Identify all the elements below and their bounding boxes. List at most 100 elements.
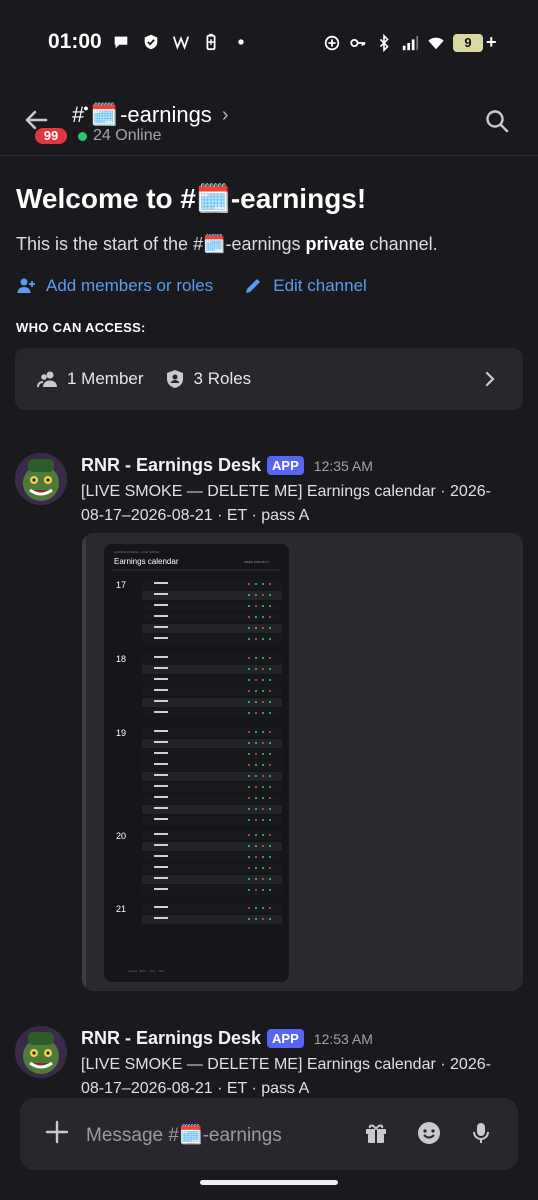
calendar-status-dot (262, 679, 264, 681)
channel-title[interactable]: # ● 🗓️ -earnings › (72, 102, 228, 128)
calendar-status-dot (255, 867, 257, 869)
edit-channel-button[interactable]: Edit channel (243, 276, 367, 296)
calendar-status-dot (262, 764, 264, 766)
calendar-status-dot (255, 918, 257, 920)
member-count: 1 Member (67, 369, 144, 388)
svg-text:WEEK 2026-08-17: WEEK 2026-08-17 (244, 560, 269, 564)
bot-avatar[interactable] (15, 453, 67, 505)
search-icon[interactable] (484, 108, 510, 134)
calendar-status-dot (255, 764, 257, 766)
message-input[interactable]: Message #🗓️-earnings (86, 1123, 282, 1147)
calendar-status-dot (262, 701, 264, 703)
author-name[interactable]: RNR - Earnings Desk (81, 1028, 261, 1049)
calendar-status-dot (262, 594, 264, 596)
calendar-row (142, 613, 282, 622)
add-members-label: Add members or roles (46, 276, 214, 295)
calendar-status-dot (248, 753, 250, 755)
calendar-ticker (154, 752, 168, 754)
calendar-status-dot (269, 797, 271, 799)
access-card[interactable]: 1 Member 3 Roles (15, 348, 523, 410)
calendar-row (142, 654, 282, 663)
calendar-status-dot (262, 775, 264, 777)
calendar-status-dot (269, 616, 271, 618)
calendar-status-dot (269, 627, 271, 629)
who-can-access-heading: WHO CAN ACCESS: (16, 320, 146, 335)
shield-check-icon (144, 34, 158, 50)
charging-plus-icon: + (486, 32, 497, 52)
calendar-status-dot (255, 627, 257, 629)
status-bar: 01:00 9 + (0, 0, 538, 86)
calendar-row (142, 915, 282, 924)
calendar-row (142, 591, 282, 600)
home-indicator[interactable] (200, 1180, 338, 1185)
calendar-status-dot (248, 731, 250, 733)
calendar-row (142, 624, 282, 633)
calendar-row (142, 698, 282, 707)
calendar-status-dot (269, 753, 271, 755)
calendar-row (142, 676, 282, 685)
calendar-row (142, 805, 282, 814)
online-count: 24 Online (78, 127, 162, 145)
calendar-row (142, 875, 282, 884)
calendar-ticker (154, 741, 168, 743)
calendar-status-dot (269, 889, 271, 891)
calendar-status-dot (269, 679, 271, 681)
calendar-day-number: 21 (116, 904, 126, 914)
calendar-status-dot (269, 808, 271, 810)
calendar-ticker (154, 888, 168, 890)
calendar-status-dot (248, 797, 250, 799)
data-saver-icon (324, 35, 340, 50)
calendar-ticker (154, 700, 168, 702)
calendar-status-dot (255, 878, 257, 880)
calendar-ticker (154, 774, 168, 776)
microphone-icon[interactable] (468, 1120, 494, 1146)
calendar-ticker (154, 855, 168, 857)
calendar-status-dot (255, 594, 257, 596)
calendar-row (142, 665, 282, 674)
bot-avatar[interactable] (15, 1026, 67, 1078)
calendar-status-dot (255, 808, 257, 810)
plus-icon[interactable] (44, 1119, 70, 1145)
calendar-status-dot (262, 819, 264, 821)
calendar-status-dot (255, 668, 257, 670)
role-shield-icon (166, 370, 183, 388)
calendar-status-dot (248, 867, 250, 869)
calendar-status-dot (262, 605, 264, 607)
calendar-row (142, 602, 282, 611)
calendar-status-dot (255, 775, 257, 777)
calendar-status-dot (248, 775, 250, 777)
calendar-status-dot (262, 583, 264, 585)
calendar-status-dot (248, 808, 250, 810)
calendar-status-dot (255, 616, 257, 618)
calendar-ticker (154, 906, 168, 908)
calendar-status-dot (248, 627, 250, 629)
calendar-status-dot (269, 742, 271, 744)
calendar-status-dot (269, 583, 271, 585)
author-name[interactable]: RNR - Earnings Desk (81, 455, 261, 476)
add-members-button[interactable]: Add members or roles (16, 276, 213, 296)
calendar-status-dot (255, 731, 257, 733)
emoji-icon[interactable] (416, 1120, 442, 1146)
calendar-status-dot (248, 679, 250, 681)
welcome-sub-after: channel. (364, 234, 438, 254)
calendar-status-dot (269, 668, 271, 670)
calendar-ticker (154, 678, 168, 680)
calendar-status-dot (269, 712, 271, 714)
calendar-ticker (154, 917, 168, 919)
calendar-status-dot (248, 712, 250, 714)
calendar-status-dot (269, 764, 271, 766)
role-count: 3 Roles (193, 369, 252, 388)
calendar-status-dot (255, 605, 257, 607)
earnings-calendar-image[interactable]: EARNINGS DESK · LIVE SMOKE Earnings cale… (104, 544, 289, 982)
calendar-status-dot (255, 786, 257, 788)
calendar-row (142, 904, 282, 913)
calendar-row (142, 772, 282, 781)
calendar-status-dot (248, 690, 250, 692)
calendar-row (142, 864, 282, 873)
gift-icon[interactable] (363, 1120, 389, 1146)
calendar-status-dot (255, 712, 257, 714)
key-icon (350, 38, 366, 47)
message-composer: Message #🗓️-earnings (20, 1098, 518, 1170)
welcome-sub-bold: private (305, 234, 365, 254)
calendar-status-dot (262, 668, 264, 670)
